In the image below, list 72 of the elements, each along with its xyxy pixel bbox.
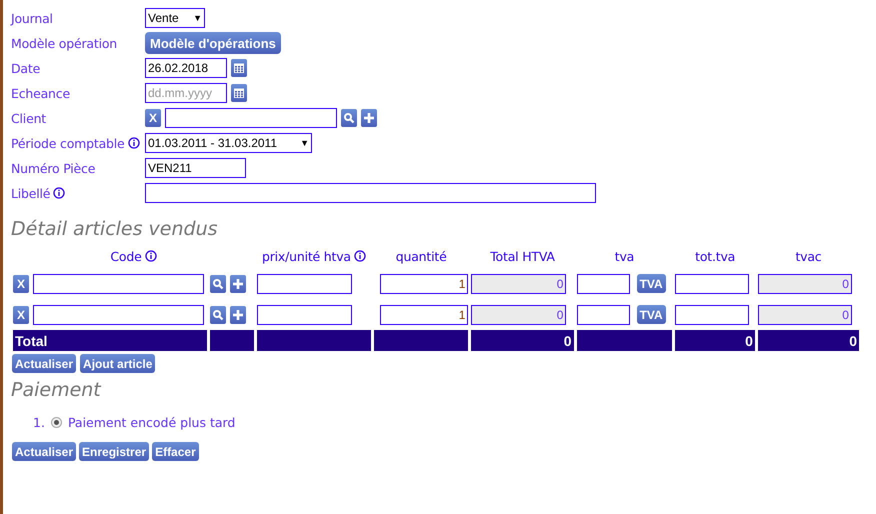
quantity-field[interactable]: 1 <box>380 274 468 294</box>
column-header: Total HTVA <box>490 248 555 264</box>
add-button[interactable] <box>230 274 246 292</box>
add-button[interactable] <box>361 109 377 127</box>
calendar-button[interactable] <box>231 59 247 77</box>
total-value: 0 <box>675 330 755 351</box>
search-button[interactable] <box>210 274 226 292</box>
action-button[interactable]: Actualiser <box>12 442 76 461</box>
action-button[interactable]: Actualiser <box>12 354 76 373</box>
search-icon <box>212 278 224 290</box>
total-htva-field: 0 <box>471 274 566 294</box>
column-header: tva <box>614 248 634 264</box>
action-button[interactable]: Ajout article <box>80 354 156 373</box>
option-label: Paiement encodé plus tard <box>68 415 236 430</box>
quantity-field[interactable]: 1 <box>380 304 468 324</box>
total-htva-field: 0 <box>471 304 566 324</box>
section-heading: Paiement <box>11 379 102 401</box>
list-number: 1. <box>33 415 45 430</box>
tva-field[interactable] <box>576 304 630 324</box>
dropdown[interactable]: Vente ▼ <box>145 8 205 28</box>
column-header: prix/unité htva <box>262 248 351 264</box>
plus-icon <box>364 113 374 123</box>
date-field[interactable]: 26.02.2018 <box>145 58 227 78</box>
text-field[interactable]: VEN211 <box>145 158 246 178</box>
search-icon <box>343 112 355 124</box>
dropdown[interactable]: 01.03.2011 - 31.03.2011 ▼ <box>145 133 312 153</box>
search-button[interactable] <box>210 306 226 324</box>
tva-button[interactable]: TVA <box>636 274 666 293</box>
column-header: Code <box>110 248 142 264</box>
code-field[interactable] <box>33 274 204 294</box>
tot-tva-field[interactable] <box>675 274 750 294</box>
calendar-icon <box>233 62 245 74</box>
clear-button[interactable]: X <box>145 109 161 127</box>
field-label: Date <box>11 60 40 76</box>
plus-icon <box>233 310 243 320</box>
field-label: Journal <box>11 10 53 26</box>
column-header: tvac <box>795 248 822 264</box>
field-label: Echeance <box>11 86 70 100</box>
tvac-field: 0 <box>758 274 852 294</box>
field-label: Période comptable <box>11 136 125 150</box>
calendar-icon <box>233 87 245 99</box>
radio-button[interactable] <box>50 417 62 428</box>
field-label: Libellé <box>11 186 50 200</box>
add-button[interactable] <box>230 306 246 324</box>
total-label: Total <box>13 330 207 351</box>
tot-tva-field[interactable] <box>675 304 750 324</box>
template-button[interactable]: Modèle d'opérations <box>145 32 281 54</box>
column-header: quantité <box>396 248 447 264</box>
action-button[interactable]: Effacer <box>152 442 199 461</box>
clear-button[interactable]: X <box>13 306 29 324</box>
clear-button[interactable]: X <box>13 274 29 292</box>
search-icon <box>212 308 224 320</box>
total-value: 0 <box>471 330 574 351</box>
search-button[interactable] <box>341 109 357 127</box>
column-header: tot.tva <box>695 248 736 264</box>
section-heading: Détail articles vendus <box>11 218 219 240</box>
date-field[interactable]: dd.mm.yyyy <box>145 83 227 103</box>
plus-icon <box>233 278 243 288</box>
calendar-button[interactable] <box>231 84 247 102</box>
code-field[interactable] <box>33 304 204 324</box>
tvac-field: 0 <box>758 304 852 324</box>
price-field[interactable] <box>257 304 352 324</box>
total-value: 0 <box>758 330 859 351</box>
tva-button[interactable]: TVA <box>636 305 666 324</box>
field-label: Modèle opération <box>11 36 118 50</box>
tva-field[interactable] <box>576 274 630 294</box>
action-button[interactable]: Enregistrer <box>79 442 150 461</box>
field-label: Client <box>11 110 46 126</box>
field-label: Numéro Pièce <box>11 160 96 176</box>
client-field[interactable] <box>165 108 337 128</box>
price-field[interactable] <box>257 274 352 294</box>
label-field[interactable] <box>145 183 596 203</box>
